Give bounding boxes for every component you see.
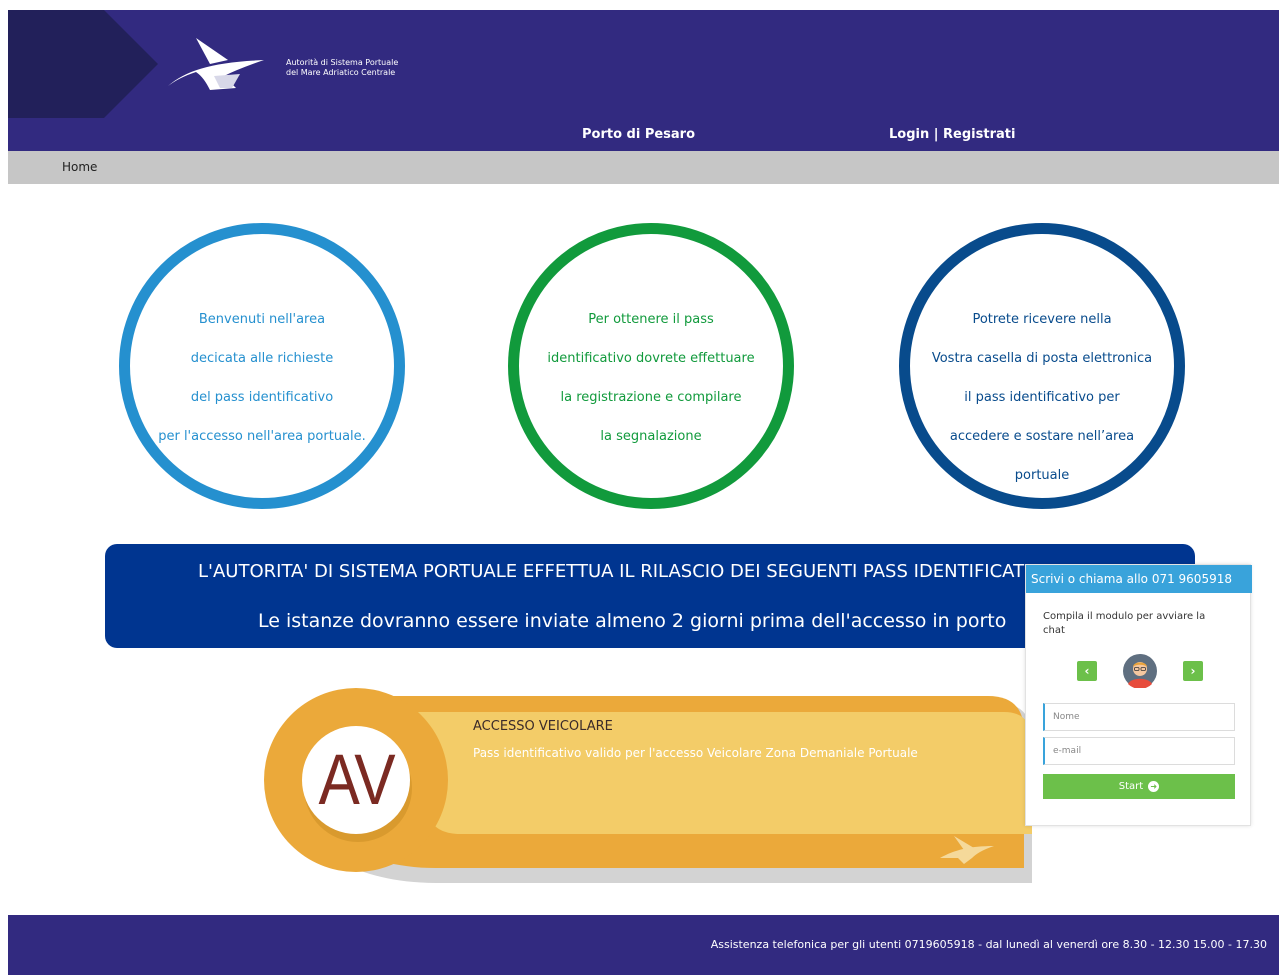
page: Autorità di Sistema Portuale del Mare Ad… [8,10,1279,975]
footer-support-text: Assistenza telefonica per gli utenti 071… [710,938,1267,951]
circle-text-line: Vostra casella di posta elettronica [931,351,1153,366]
chat-header[interactable]: Scrivi o chiama allo 071 9605918 [1026,565,1252,593]
pass-card-description: Pass identificativo valido per l'accesso… [473,746,918,760]
org-name: Autorità di Sistema Portuale del Mare Ad… [286,58,398,78]
org-name-line2: del Mare Adriatico Centrale [286,68,396,77]
circle-text-line: decicata alle richieste [190,351,334,366]
banner-headline: L'AUTORITA' DI SISTEMA PORTUALE EFFETTUA… [198,561,1048,582]
circle-text-line: Potrete ricevere nella [972,312,1112,327]
breadcrumb: Home [8,151,1279,184]
port-name: Porto di Pesaro [582,127,696,142]
site-footer: Assistenza telefonica per gli utenti 071… [8,915,1279,975]
register-link[interactable]: Registrati [943,127,1015,142]
circle-text-line: la segnalazione [600,429,702,444]
chat-prompt: Compila il modulo per avviare la chat [1043,611,1206,636]
circle-text-line: Benvenuti nell'area [198,312,326,327]
chat-widget: Scrivi o chiama allo 071 9605918 Compila… [1025,564,1252,826]
info-circle-email: Potrete ricevere nella Vostra casella di… [899,223,1185,509]
org-name-line1: Autorità di Sistema Portuale [286,58,399,67]
pass-badge: AV [318,740,395,821]
info-circle-registration: Per ottenere il pass identificativo dovr… [508,223,794,509]
chat-start-button[interactable]: Start ➜ [1043,774,1235,799]
chat-email-input[interactable] [1043,737,1235,765]
site-header: Autorità di Sistema Portuale del Mare Ad… [8,10,1279,151]
header-chevron-shape [8,10,158,118]
circle-text-line: accedere e sostare nell’area [949,429,1135,444]
operator-avatar [1123,654,1157,688]
chevron-left-icon[interactable]: ‹ [1077,661,1097,681]
chevron-right-icon[interactable]: › [1183,661,1203,681]
auth-separator: | [933,127,939,142]
banner-subline: Le istanze dovranno essere inviate almen… [258,610,1007,632]
chat-name-input[interactable] [1043,703,1235,731]
login-link[interactable]: Login [889,127,929,142]
chat-start-label: Start [1118,781,1144,792]
circle-text-line: la registrazione e compilare [560,390,742,405]
arrow-right-circle-icon: ➜ [1148,781,1160,792]
circle-text-line: per l'accesso nell'area portuale. [158,429,366,444]
circle-text-line: del pass identificativo [190,390,334,405]
auth-links: Login | Registrati [889,127,1015,142]
circle-text-line: il pass identificativo per [964,390,1120,405]
info-circle-welcome: Benvenuti nell'area decicata alle richie… [119,223,405,509]
port-authority-logo-icon[interactable] [166,36,276,96]
pass-card-title[interactable]: ACCESSO VEICOLARE [473,719,613,734]
pass-card-vehicle-access[interactable]: AV ACCESSO VEICOLARE Pass identificativo… [264,688,1044,888]
breadcrumb-home-link[interactable]: Home [62,160,97,174]
circle-text-line: identificativo dovrete effettuare [547,351,755,366]
circle-text-line: Per ottenere il pass [588,312,714,327]
circle-text-line: portuale [1014,468,1070,483]
